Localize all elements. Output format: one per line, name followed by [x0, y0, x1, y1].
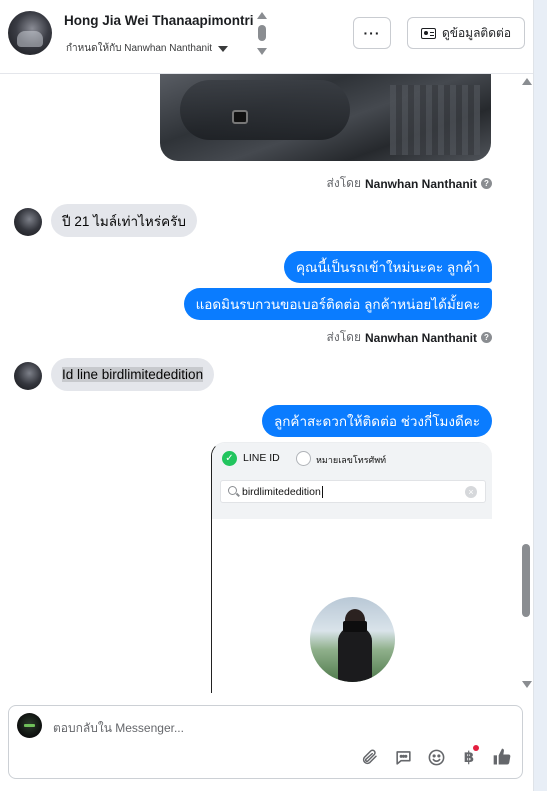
phone-number-option: หมายเลขโทรศัพท์	[316, 455, 387, 465]
view-contact-info-label: ดูข้อมูลติดต่อ	[441, 25, 512, 40]
saved-replies-icon[interactable]	[393, 747, 413, 767]
page-avatar	[17, 713, 42, 738]
line-search-field: birdlimitededition ×	[220, 480, 486, 503]
header-scrollbar[interactable]	[257, 12, 267, 56]
sent-by-prefix: ส่งโดย	[326, 176, 361, 190]
view-contact-info-button[interactable]: ดูข้อมูลติดต่อ	[407, 17, 525, 49]
thread-scroll-thumb[interactable]	[522, 544, 530, 617]
assignee-dropdown[interactable]: กำหนดให้กับ Nanwhan Nanthanit	[66, 41, 229, 56]
search-icon	[228, 486, 237, 495]
photo-seat	[180, 80, 350, 140]
scroll-up-icon[interactable]	[257, 12, 267, 19]
scroll-down-icon[interactable]	[257, 48, 267, 55]
composer-toolbar: ฿	[360, 745, 512, 767]
check-icon: ✓	[222, 451, 237, 466]
line-search-value: birdlimitededition	[242, 486, 323, 499]
message-thread[interactable]: ส่งโดย Nanwhan Nanthanit ? ปี 21 ไมล์เท่…	[0, 74, 533, 693]
payment-icon[interactable]: ฿	[459, 745, 479, 767]
image-message-car-interior[interactable]	[160, 74, 491, 161]
scroll-up-icon[interactable]	[522, 78, 532, 85]
scroll-down-icon[interactable]	[522, 681, 532, 688]
contact-avatar-small[interactable]	[14, 208, 42, 236]
outgoing-message[interactable]: ลูกค้าสะดวกให้ติดต่อ ช่วงกี่โมงดีคะ	[261, 405, 492, 437]
line-id-option: LINE ID	[243, 452, 280, 464]
emoji-icon[interactable]	[426, 747, 446, 767]
contact-avatar-small[interactable]	[14, 362, 42, 390]
clear-icon: ×	[465, 486, 477, 498]
help-icon[interactable]: ?	[481, 178, 492, 189]
sent-by-name: Nanwhan Nanthanit	[364, 330, 477, 345]
messenger-inbox-page: Hong Jia Wei Thanaapimontri กำหนดให้กับ …	[0, 0, 547, 791]
line-search-panel: ✓ LINE ID หมายเลขโทรศัพท์ birdlimitededi…	[212, 443, 492, 519]
radio-unchecked-icon	[296, 451, 311, 466]
sent-by-name: Nanwhan Nanthanit	[364, 176, 477, 191]
conversation-header: Hong Jia Wei Thanaapimontri กำหนดให้กับ …	[0, 0, 533, 74]
outgoing-message[interactable]: คุณนี้เป็นรถเข้าใหม่นะคะ ลูกค้า	[283, 251, 492, 283]
sent-by-indicator: ส่งโดย Nanwhan Nanthanit ?	[327, 174, 492, 193]
outgoing-message[interactable]: แอดมินรบกวนขอเบอร์ติดต่อ ลูกค้าหน่อยได้ม…	[183, 288, 492, 320]
thumbs-up-icon[interactable]	[492, 747, 512, 767]
contact-card-icon	[420, 27, 436, 39]
right-panel-strip	[533, 0, 547, 791]
sent-by-prefix: ส่งโดย	[326, 330, 361, 344]
more-options-button[interactable]: ···	[353, 17, 391, 49]
thread-scrollbar[interactable]	[519, 74, 533, 693]
chevron-down-icon	[218, 45, 229, 52]
line-profile-photo	[310, 597, 395, 682]
image-message-line-search[interactable]: ✓ LINE ID หมายเลขโทรศัพท์ birdlimitededi…	[211, 442, 492, 693]
photo-floor-mat	[390, 85, 480, 155]
contact-name[interactable]: Hong Jia Wei Thanaapimontri	[64, 13, 254, 28]
contact-avatar[interactable]	[8, 11, 52, 55]
reply-composer: ตอบกลับใน Messenger... ฿	[8, 705, 523, 779]
sent-by-indicator: ส่งโดย Nanwhan Nanthanit ?	[327, 328, 492, 347]
help-icon[interactable]: ?	[481, 332, 492, 343]
photo-seatbelt-buckle	[232, 110, 248, 124]
incoming-message-text: Id line birdlimitededition	[62, 367, 204, 382]
incoming-message[interactable]: Id line birdlimitededition	[51, 358, 215, 391]
incoming-message[interactable]: ปี 21 ไมล์เท่าไหร่ครับ	[51, 204, 197, 237]
attachment-icon[interactable]	[360, 747, 380, 767]
assignee-label: กำหนดให้กับ Nanwhan Nanthanit	[66, 43, 213, 54]
header-scroll-thumb[interactable]	[258, 25, 266, 41]
reply-input[interactable]: ตอบกลับใน Messenger...	[53, 719, 184, 738]
notification-dot	[473, 745, 479, 751]
